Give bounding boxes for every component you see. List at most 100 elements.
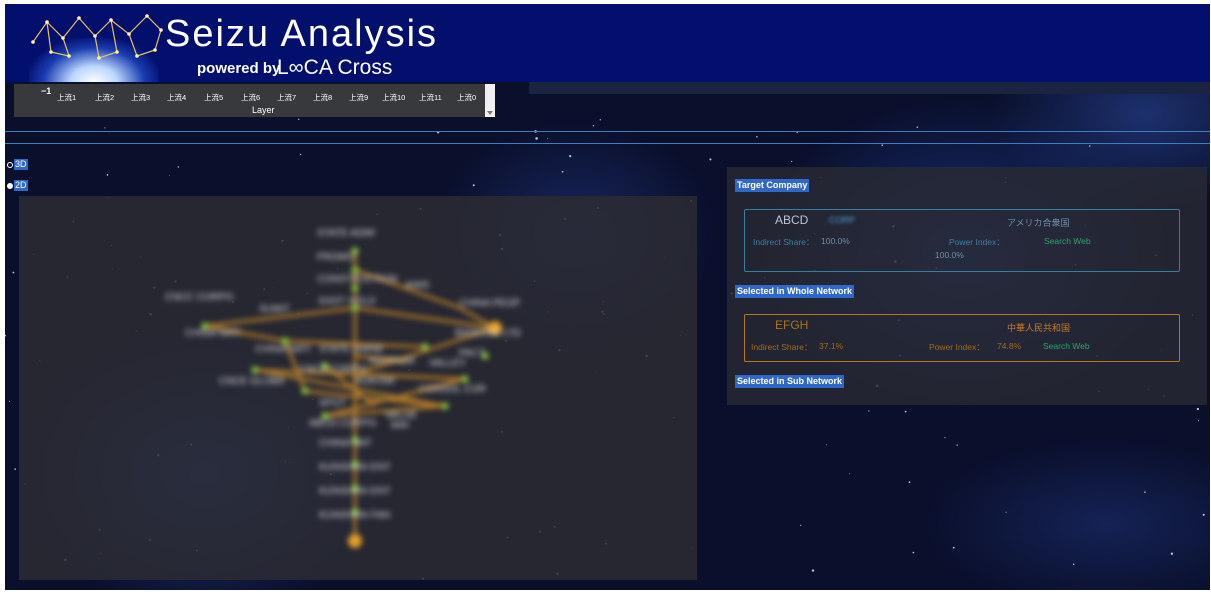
brand-name: L∞CA Cross	[277, 56, 393, 79]
network-graph-panel[interactable]: STATE ADMI PROMO CONSTRUCTION AIMS EAST …	[19, 196, 697, 580]
node-label: CHINA NATI	[185, 328, 240, 339]
power-index-value: 100.0%	[935, 250, 964, 260]
node-label: INSTRUM	[369, 356, 415, 367]
node-label: STATE ADMI	[317, 228, 375, 239]
company-country: アメリカ合衆国	[1007, 218, 1070, 228]
indirect-share-label: Indirect Share：	[751, 342, 813, 352]
slider-tick[interactable]: 上流9	[349, 92, 368, 103]
star	[912, 551, 915, 554]
node-label: CHINA PEOP	[459, 298, 520, 309]
power-index-label: Power Index：	[929, 342, 985, 352]
star	[104, 127, 106, 129]
app-window: Seizu Analysis powered by L∞CA Cross −1 …	[5, 4, 1210, 590]
star	[9, 400, 10, 402]
slider-tick[interactable]: 上流6	[241, 92, 260, 103]
indirect-share-value: 37.1%	[819, 341, 844, 351]
node-label: KUNSHAN FAN	[319, 510, 390, 521]
star	[106, 174, 109, 176]
slider-tick[interactable]: 上流2	[95, 92, 114, 103]
target-company-card[interactable]: ABCD CORP アメリカ合衆国 Indirect Share： 100.0%…	[744, 209, 1180, 272]
section-divider	[5, 131, 1210, 132]
view-mode-2d[interactable]: 2D	[7, 180, 28, 191]
star	[177, 166, 179, 168]
slider-tick[interactable]: 上流8	[313, 92, 332, 103]
indirect-share-label: Indirect Share：	[753, 237, 815, 247]
star	[569, 154, 572, 158]
slider-tick[interactable]: 上流7	[277, 92, 296, 103]
company-name: EFGH	[775, 318, 809, 332]
slider-tick[interactable]: 上流1	[57, 92, 76, 103]
radio-checked-icon[interactable]	[7, 182, 13, 189]
view-mode-3d[interactable]: 3D	[7, 159, 28, 170]
star	[1202, 513, 1205, 516]
node-label: CONSTRUCTION	[317, 274, 398, 285]
search-web-link[interactable]: Search Web	[1043, 341, 1090, 351]
network-graph[interactable]: STATE ADMI PROMO CONSTRUCTION AIMS EAST …	[19, 196, 697, 580]
node-label: CNCE CORPO	[299, 364, 367, 375]
slider-tick[interactable]: 上流11	[419, 92, 442, 103]
search-web-link[interactable]: Search Web	[1044, 236, 1091, 246]
star	[881, 144, 884, 147]
slider-tick[interactable]: 上流4	[167, 92, 186, 103]
company-info-panel: Target Company ABCD CORP アメリカ合衆国 Indirec…	[727, 167, 1207, 405]
star	[1197, 420, 1200, 422]
node-label: CHINA NATI	[255, 344, 310, 355]
app-title: Seizu Analysis	[165, 13, 439, 55]
slider-tick[interactable]: 上流0	[457, 92, 476, 103]
company-name: ABCD	[775, 213, 809, 227]
layer-slider[interactable]: −1 上流1 上流2 上流3 上流4 上流5 上流6 上流7 上流8 上流9 上…	[14, 84, 495, 117]
node-label: AIMS	[405, 280, 430, 291]
star	[916, 126, 919, 128]
star	[299, 153, 302, 156]
star	[811, 569, 815, 572]
slider-tick[interactable]: 上流10	[382, 92, 405, 103]
star	[1196, 407, 1200, 411]
node-label: MAI	[391, 420, 409, 431]
star	[1144, 491, 1146, 493]
star	[472, 184, 475, 187]
constellation-logo-icon	[31, 14, 163, 60]
star	[599, 119, 601, 121]
chevron-down-icon[interactable]	[487, 111, 493, 115]
app-logo: Seizu Analysis powered by L∞CA Cross	[19, 8, 449, 82]
node-label: CONSOL COR	[419, 384, 486, 395]
star	[944, 437, 946, 439]
node-label: KUNSHAN ENT	[319, 486, 391, 497]
slider-scrollbar[interactable]	[485, 84, 495, 117]
selected-company-card[interactable]: EFGH 中華人民共和国 Indirect Share： 37.1% Power…	[744, 314, 1180, 362]
target-company-label: Target Company	[735, 179, 810, 192]
header-bar: Seizu Analysis powered by L∞CA Cross	[5, 4, 1210, 82]
node-label: SPOT	[319, 398, 346, 409]
star	[756, 136, 758, 138]
section-divider	[5, 143, 1210, 144]
indirect-share-value: 100.0%	[821, 236, 850, 246]
node-label: SUMIT	[259, 304, 290, 315]
node-label: PROMO	[317, 252, 355, 263]
star	[5, 334, 7, 337]
node-label: VALLEY	[429, 358, 466, 369]
node-label: EAST HOLD	[319, 296, 376, 307]
star	[592, 125, 595, 127]
star	[956, 444, 958, 446]
powered-by-text: powered by	[197, 60, 281, 77]
slider-axis-label: Layer	[252, 105, 275, 115]
radio-label-2d: 2D	[14, 180, 28, 191]
power-index-label: Power Index：	[949, 237, 1005, 247]
node-label: STATE OWNE	[319, 344, 384, 355]
star	[547, 138, 549, 140]
node-label: CNCC CORPO	[165, 292, 234, 303]
star	[1170, 552, 1174, 555]
node-label: BANKING LTD	[455, 328, 521, 339]
company-name-suffix: CORP	[829, 215, 856, 225]
star	[1005, 511, 1007, 513]
star	[14, 468, 17, 470]
radio-icon[interactable]	[7, 161, 13, 168]
slider-tick[interactable]: 上流5	[204, 92, 223, 103]
slider-tick[interactable]: 上流3	[131, 92, 150, 103]
star	[791, 160, 793, 163]
star	[297, 118, 300, 121]
header-strip	[529, 82, 1210, 94]
star	[1089, 145, 1091, 147]
node-label: ROKISM	[355, 376, 394, 387]
star	[868, 410, 870, 412]
